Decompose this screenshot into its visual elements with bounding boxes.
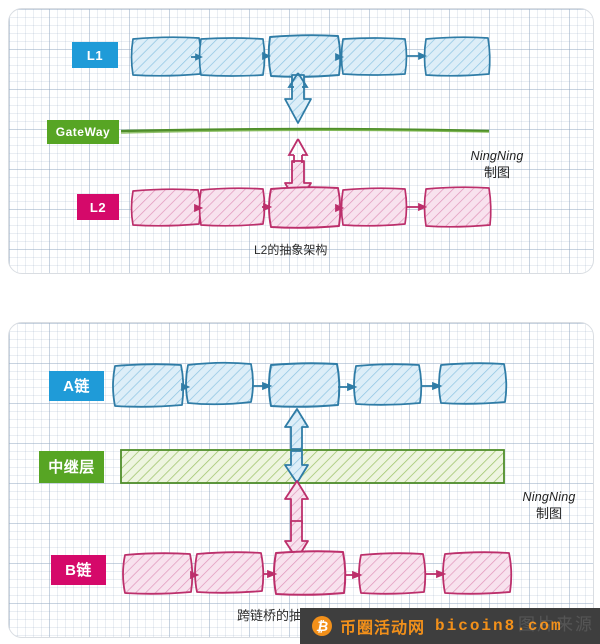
gateway-line (120, 127, 490, 134)
row-label-l1: L1 (72, 42, 118, 68)
bitcoin-icon: ₿ (312, 616, 332, 636)
signature-suffix: 制图 (483, 164, 510, 180)
chain-row-b (122, 550, 513, 596)
watermark-bar: ₿ 币圈活动网 bicoin8.com 图片来源 (300, 608, 600, 644)
row-label-l2: L2 (77, 194, 119, 220)
row-label-chain-a: A链 (49, 371, 104, 401)
signature-name: NingNing (522, 490, 576, 504)
signature-panel-one: NingNing 制图 (449, 149, 545, 181)
watermark-ghost-text: 图片来源 (518, 615, 594, 634)
chain-row-l2 (130, 186, 492, 229)
watermark-site-name: 币圈活动网 (340, 620, 426, 637)
chain-row-a (112, 361, 508, 408)
signature-name: NingNing (470, 149, 524, 163)
signature-panel-two: NingNing 制图 (501, 490, 593, 522)
row-label-gateway: GateWay (47, 120, 119, 144)
signature-suffix: 制图 (535, 505, 562, 521)
panel-bridge-architecture: A链 中继层 B链 NingNing 制图 跨链桥的抽象架构 (8, 322, 594, 638)
row-label-chain-b: B链 (51, 555, 106, 585)
row-label-relay: 中继层 (39, 451, 104, 483)
chain-row-l1 (130, 34, 491, 78)
panel-one-caption: L2的抽象架构 (254, 243, 328, 257)
connector-l1-gateway (284, 72, 312, 124)
figure-root: L1 GateWay L2 NingNing 制图 L2的抽象架构 A链 中继层… (0, 0, 600, 644)
relay-layer-bar (120, 449, 505, 484)
connector-relay-to-b (284, 480, 309, 560)
panel-l2-architecture: L1 GateWay L2 NingNing 制图 L2的抽象架构 (8, 8, 594, 274)
